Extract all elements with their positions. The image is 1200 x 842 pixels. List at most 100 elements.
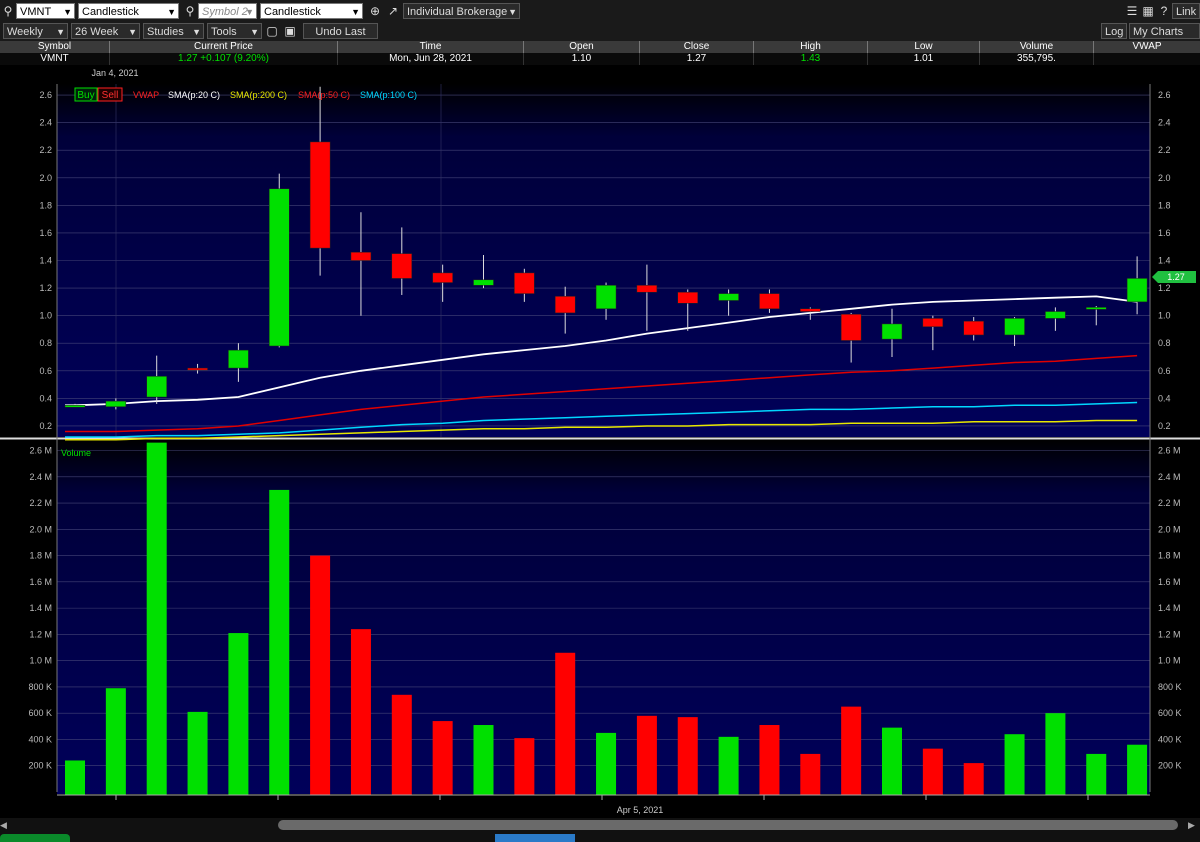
search-icon[interactable]: ⚲ [182, 3, 198, 19]
price-axis-left-label: 2.0 [39, 173, 52, 183]
search-icon[interactable]: ⚲ [0, 3, 16, 19]
legend-sma200: SMA(p:200 C) [230, 90, 287, 100]
interval-select[interactable]: Weekly ▼ [3, 23, 68, 39]
scroll-thumb[interactable] [278, 820, 1178, 830]
horizontal-scrollbar[interactable]: ◀ ▶ [0, 818, 1200, 832]
symbol-input[interactable]: VMNT ▼ [16, 3, 75, 19]
chart-type-select-2[interactable]: Candlestick ▼ [260, 3, 363, 19]
price-axis-right-label: 1.4 [1158, 256, 1171, 266]
buy-label: Buy [77, 90, 94, 101]
chevron-down-icon: ▼ [508, 7, 517, 17]
scroll-left-icon[interactable]: ◀ [0, 820, 10, 830]
price-axis-left-label: 2.4 [39, 118, 52, 128]
chart-icon[interactable]: ↗ [385, 3, 401, 19]
studies-menu[interactable]: Studies ▼ [143, 23, 204, 39]
status-tab-active[interactable] [495, 834, 575, 842]
candle-body [64, 405, 86, 408]
candle-body [1045, 311, 1066, 319]
last-price-label: 1.27 [1167, 272, 1185, 282]
layout-icon[interactable]: ▦ [1140, 3, 1156, 19]
header-low: Low [868, 41, 980, 53]
volume-axis-left-label: 1.0 M [29, 656, 52, 666]
price-axis-left-label: 2.2 [39, 145, 52, 155]
candle-body [840, 314, 862, 341]
price-axis-left-label: 1.2 [39, 283, 52, 293]
header-open: Open [524, 41, 640, 53]
volume-bar [1127, 744, 1148, 795]
candle-body [391, 253, 413, 279]
quote-open: 1.10 [524, 53, 640, 65]
quote-symbol: VMNT [0, 53, 110, 65]
volume-axis-left-label: 2.4 M [29, 472, 52, 482]
volume-bar [677, 717, 698, 795]
volume-axis-left-label: 1.8 M [29, 551, 52, 561]
buy-button[interactable]: Buy [74, 87, 98, 102]
volume-axis-right-label: 1.0 M [1158, 656, 1181, 666]
candle-body [718, 293, 739, 301]
quote-time: Mon, Jun 28, 2021 [338, 53, 524, 65]
volume-bar [310, 555, 331, 795]
candle-body [636, 285, 658, 293]
price-axis-right-label: 2.2 [1158, 145, 1171, 155]
tools-menu[interactable]: Tools ▼ [207, 23, 262, 39]
sell-button[interactable]: Sell [97, 87, 123, 102]
price-axis-right-label: 1.6 [1158, 228, 1171, 238]
candle [269, 173, 290, 348]
status-tab[interactable] [0, 834, 70, 842]
volume-bar [800, 753, 821, 795]
price-axis-right-label: 0.8 [1158, 338, 1171, 348]
log-toggle[interactable]: Log [1101, 23, 1127, 39]
volume-bar [882, 727, 902, 795]
range-select[interactable]: 26 Week ▼ [71, 23, 140, 39]
sell-label: Sell [102, 90, 119, 101]
price-axis-left-label: 0.4 [39, 393, 52, 403]
candle-body [309, 141, 331, 249]
undo-last-button[interactable]: Undo Last [303, 23, 378, 39]
chevron-down-icon: ▼ [56, 27, 65, 37]
price-axis-right-label: 2.4 [1158, 118, 1171, 128]
volume-bar [1045, 713, 1066, 795]
chevron-down-icon: ▼ [245, 7, 254, 17]
volume-axis-left-label: 1.6 M [29, 577, 52, 587]
price-axis-right-label: 0.6 [1158, 366, 1171, 376]
volume-bar [759, 725, 780, 795]
menu-icon[interactable]: ☰ [1124, 3, 1140, 19]
header-close: Close [640, 41, 754, 53]
volume-axis-right-label: 1.6 M [1158, 577, 1181, 587]
candle-body [514, 272, 535, 294]
zoom-icon[interactable]: ⊕ [367, 3, 383, 19]
crosshair-icon[interactable]: ▣ [282, 23, 298, 39]
link-button[interactable]: Link 1 [1172, 3, 1200, 19]
volume-axis-right-label: 2.6 M [1158, 446, 1181, 456]
volume-bar [596, 732, 617, 795]
toolbar-row-1: ⚲ VMNT ▼ Candlestick ▼ ⚲ Symbol 2 ▼ Candles… [0, 0, 1200, 21]
header-symbol: Symbol [0, 41, 110, 53]
account-select[interactable]: Individual Brokerage ▼ [403, 3, 520, 19]
volume-axis-right-label: 800 K [1158, 682, 1182, 692]
volume-axis-left-label: 800 K [28, 682, 52, 692]
symbol2-input[interactable]: Symbol 2 ▼ [198, 3, 257, 19]
volume-axis-right-label: 1.8 M [1158, 551, 1181, 561]
my-charts-menu[interactable]: My Charts [1129, 23, 1200, 39]
candle-body [1086, 307, 1107, 310]
volume-bar [963, 763, 984, 795]
volume-bar [922, 748, 943, 795]
candle-body [759, 293, 780, 310]
candle-body [105, 400, 127, 407]
draw-icon[interactable]: ▢ [264, 23, 280, 39]
price-axis-right-label: 1.8 [1158, 200, 1171, 210]
candle-body [228, 349, 249, 369]
volume-axis-right-label: 1.4 M [1158, 603, 1181, 613]
volume-axis-left-label: 2.6 M [29, 446, 52, 456]
price-axis-right-label: 0.4 [1158, 393, 1171, 403]
volume-bar [269, 489, 290, 795]
volume-bar [105, 688, 126, 795]
header-vwap: VWAP [1132, 41, 1162, 52]
price-axis-right-label: 2.6 [1158, 90, 1171, 100]
scroll-right-icon[interactable]: ▶ [1188, 820, 1198, 830]
header-volume: Volume [980, 41, 1094, 53]
chart-type-select-1[interactable]: Candlestick ▼ [78, 3, 179, 19]
volume-bar [636, 715, 657, 795]
help-icon[interactable]: ? [1156, 3, 1172, 19]
chart-area[interactable]: 0.2 0.2 0.4 0.4 0.6 0.6 0.8 0.8 1.0 1.0 1.2 1.2 1.4 1… [0, 65, 1200, 818]
